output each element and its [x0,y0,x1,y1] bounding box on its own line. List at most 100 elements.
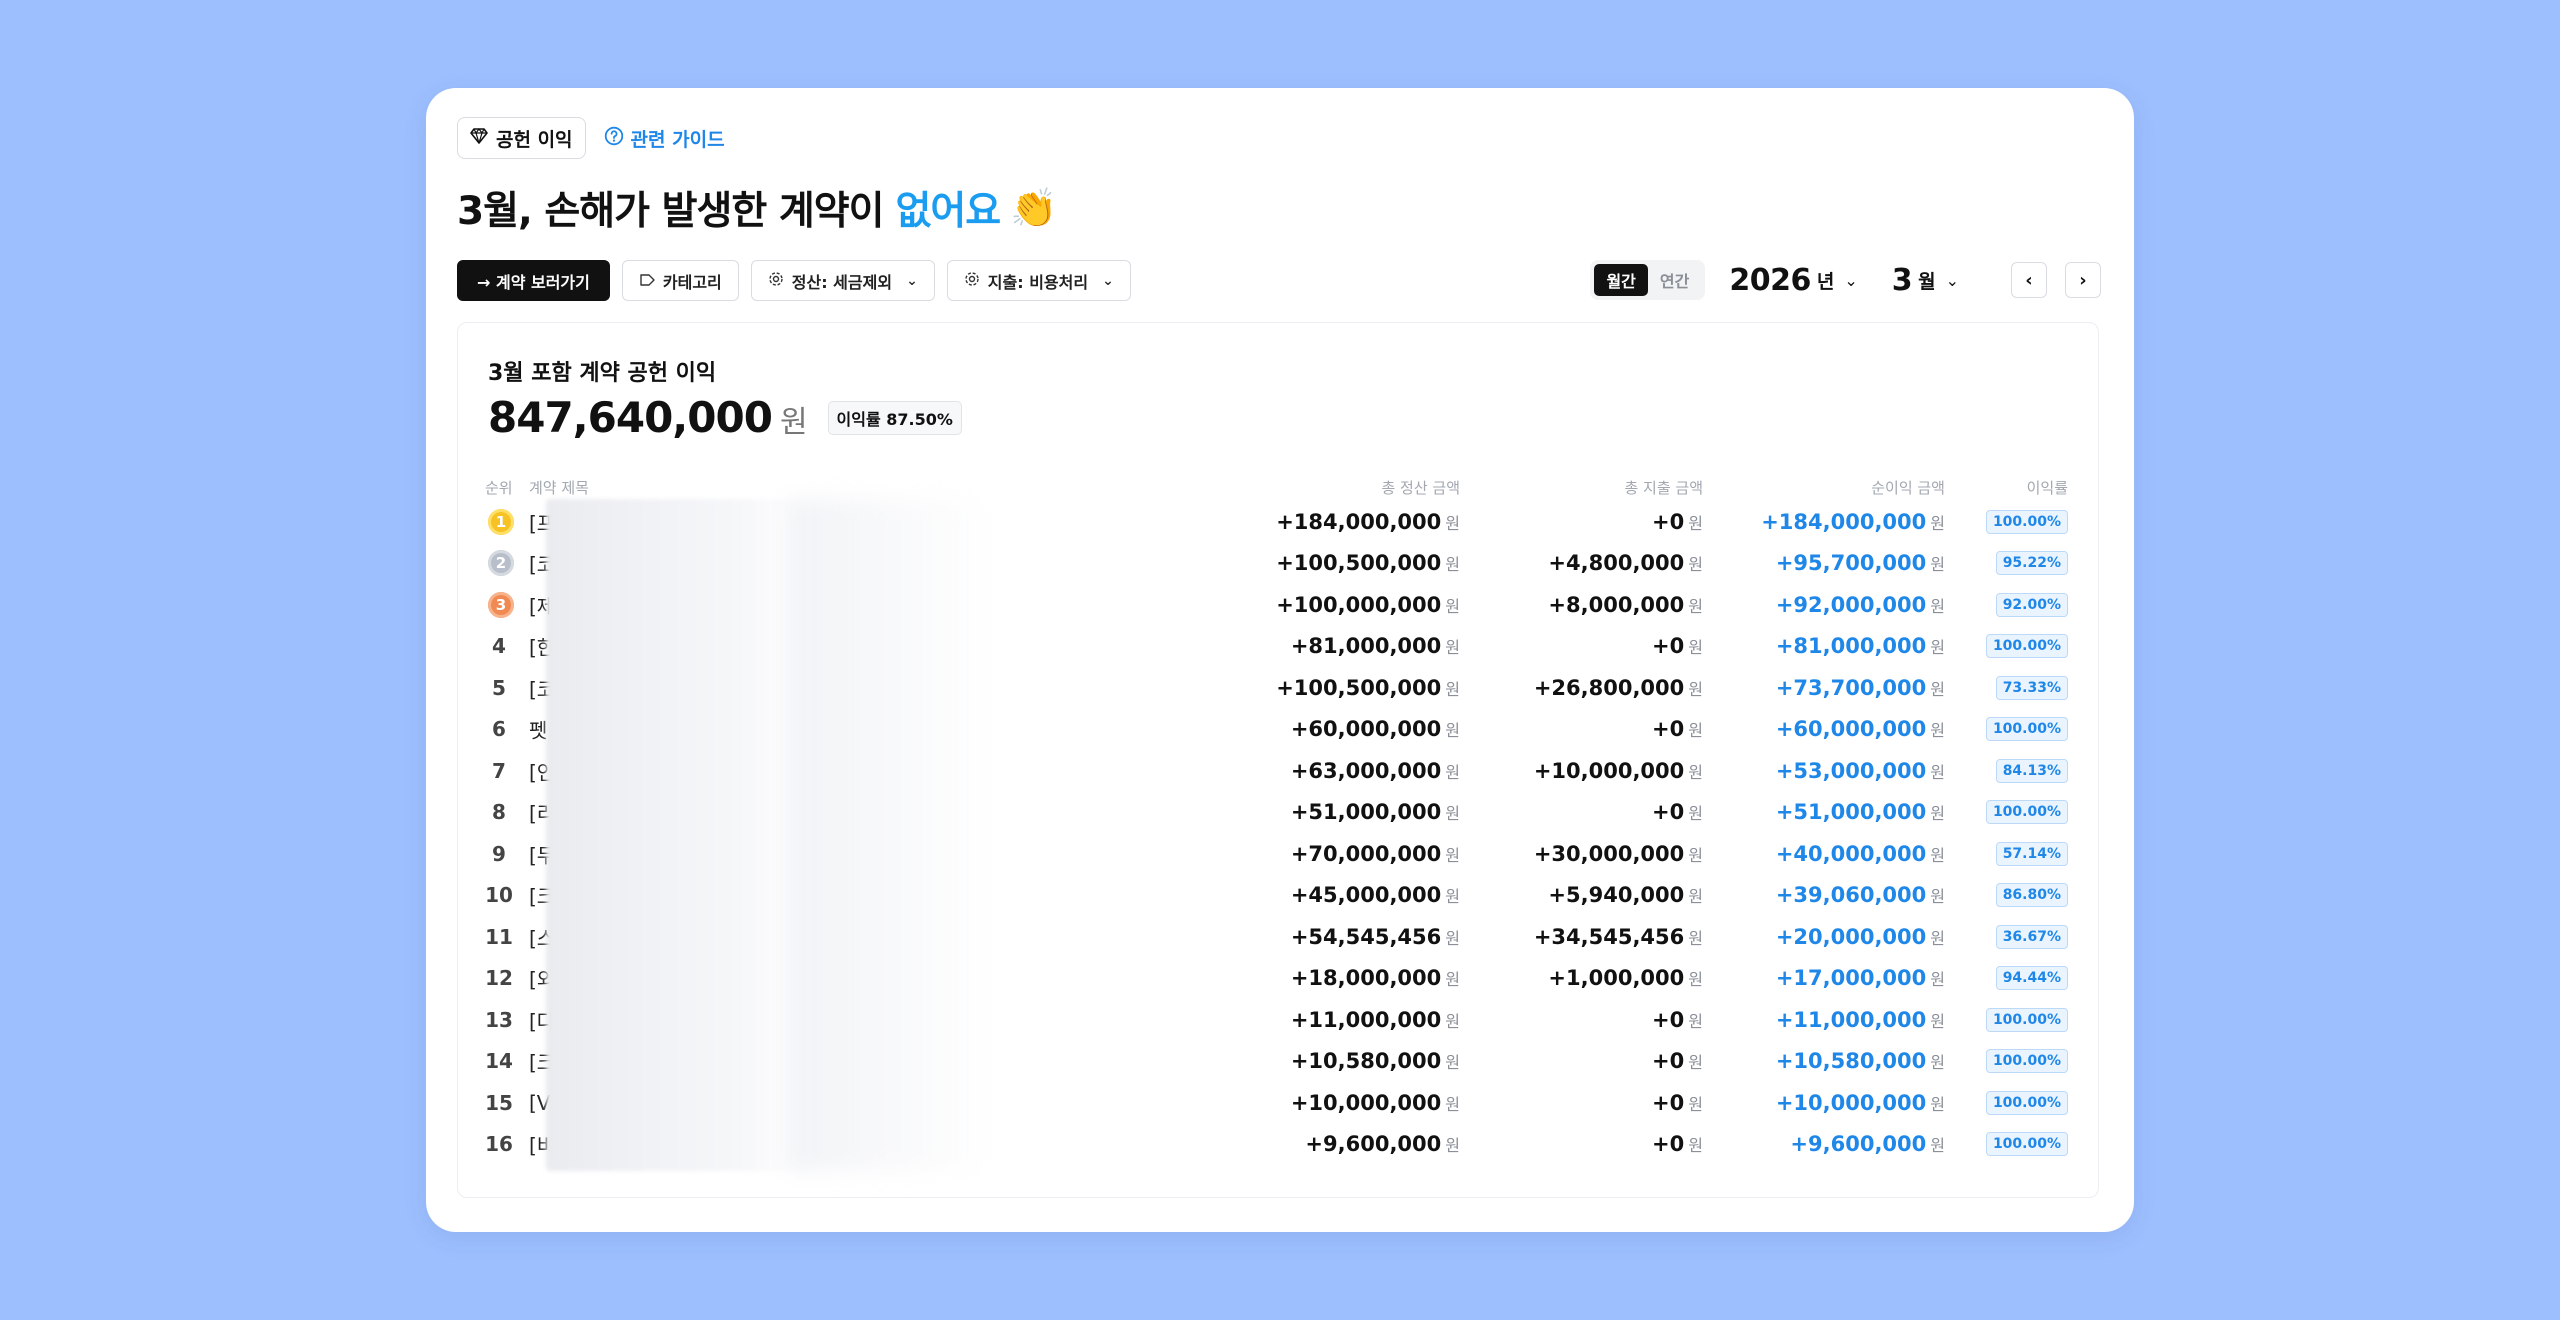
next-month-button[interactable]: › [2065,262,2101,298]
currency-unit: 원 [1688,845,1703,865]
chevron-down-icon: ⌄ [906,272,918,289]
settlement-value: +45,000,000 [1290,883,1442,908]
settlement-filter-dropdown[interactable]: 정산: 세금제외 ⌄ [750,260,935,301]
currency-unit: 원 [1688,970,1703,990]
currency-unit: 원 [1688,1094,1703,1114]
rank-medal-icon: 1 [488,508,514,535]
chevron-down-icon: ⌄ [1844,270,1858,290]
currency-unit: 원 [1445,1136,1460,1156]
currency-unit: 원 [1688,721,1703,741]
currency-unit: 원 [1930,721,1945,741]
category-button[interactable]: 카테고리 [621,260,739,301]
net-value: +39,060,000 [1775,883,1927,908]
yearly-tab[interactable]: 연간 [1648,264,1701,296]
expense-value: +0 [1652,509,1685,534]
expense-amount: +1,000,000 원 [1548,966,1703,990]
redacted-titles [546,499,806,1171]
currency-unit: 원 [1930,1011,1945,1031]
margin-badge: 95.22% [1995,551,2068,576]
net-value: +73,700,000 [1775,675,1927,700]
expense-value: +0 [1652,634,1685,659]
expense-filter-dropdown[interactable]: 지출: 비용처리 ⌄ [946,260,1131,301]
currency-unit: 원 [1688,1136,1703,1156]
expense-amount: +0 원 [1652,1091,1703,1115]
expense-amount: +0 원 [1652,510,1703,534]
contribution-profit-card: 공헌 이익 관련 가이드 3월, 손해가 발생한 계약이 없어요 👏 → 계약 … [426,88,2134,1232]
total-profit: 847,640,000 [488,393,773,442]
net-value: +11,000,000 [1775,1007,1927,1032]
net-profit-amount: +11,000,000 원 [1776,1008,1945,1032]
gem-icon [470,127,488,149]
rank-number: 15 [485,1090,513,1115]
net-profit-amount: +9,600,000 원 [1790,1132,1945,1156]
currency-unit: 원 [1930,1094,1945,1114]
contract-title[interactable]: 펫 [529,715,547,744]
settlement-amount: +70,000,000 원 [1291,842,1460,866]
currency-unit: 원 [1688,638,1703,658]
expense-value: +30,000,000 [1533,841,1685,866]
currency-unit: 원 [1445,887,1460,907]
net-value: +53,000,000 [1775,758,1927,783]
headline-prefix: 3월, 손해가 발생한 계약이 [457,189,884,234]
period-controls: 월간 연간 2026 년 ⌄ 3 월 ⌄ ‹ › [1590,260,2101,300]
expense-value: +34,545,456 [1533,924,1685,949]
currency-unit: 원 [1930,513,1945,533]
monthly-tab[interactable]: 월간 [1594,264,1648,296]
expense-value: +0 [1652,1007,1685,1032]
margin-badge: 100.00% [1985,1090,2068,1115]
settlement-amount: +10,580,000 원 [1291,1049,1460,1073]
expense-value: +10,000,000 [1533,758,1685,783]
chevron-left-icon: ‹ [2025,269,2033,291]
currency-unit: 원 [1930,845,1945,865]
summary-title: 3월 포함 계약 공헌 이익 [488,361,717,386]
header-settlement: 총 정산 금액 [1381,479,1460,497]
page-headline: 3월, 손해가 발생한 계약이 없어요 👏 [457,180,1057,236]
previous-month-button[interactable]: ‹ [2011,262,2047,298]
net-value: +184,000,000 [1761,509,1927,534]
settlement-amount: +184,000,000 원 [1276,510,1460,534]
expense-value: +8,000,000 [1548,592,1685,617]
view-contracts-button[interactable]: → 계약 보러가기 [457,260,610,301]
currency-unit: 원 [1930,555,1945,575]
profit-table-panel: 3월 포함 계약 공헌 이익 847,640,000 원 이익률 87.50% … [457,322,2099,1198]
settlement-amount: +60,000,000 원 [1291,717,1460,741]
gear-icon [768,271,784,291]
settlement-amount: +100,500,000 원 [1276,551,1460,575]
related-guide-link[interactable]: 관련 가이드 [604,125,725,152]
currency-unit: 원 [1688,555,1703,575]
net-profit-amount: +10,580,000 원 [1776,1049,1945,1073]
rank-number: 13 [485,1007,513,1032]
currency-unit: 원 [1688,804,1703,824]
margin-badge: 100.00% [1985,634,2068,659]
currency-unit: 원 [1930,887,1945,907]
net-profit-amount: +40,000,000 원 [1776,842,1945,866]
header-net: 순이익 금액 [1871,479,1945,497]
currency-unit: 원 [1688,596,1703,616]
table-header: 순위 계약 제목 총 정산 금액 총 지출 금액 순이익 금액 이익률 [458,477,2098,501]
net-value: +10,000,000 [1775,1090,1927,1115]
expense-value: +0 [1652,800,1685,825]
settlement-value: +9,600,000 [1305,1132,1442,1157]
net-value: +40,000,000 [1775,841,1927,866]
settlement-value: +70,000,000 [1290,841,1442,866]
net-profit-amount: +92,000,000 원 [1776,593,1945,617]
settlement-value: +63,000,000 [1290,758,1442,783]
settlement-value: +184,000,000 [1276,509,1442,534]
net-profit-amount: +95,700,000 원 [1776,551,1945,575]
rank-number: 4 [492,634,506,659]
period-toggle: 월간 연간 [1590,260,1706,300]
currency-unit: 원 [1445,1053,1460,1073]
contribution-profit-badge[interactable]: 공헌 이익 [457,117,586,159]
month-value: 3 [1891,262,1913,298]
help-circle-icon [604,126,624,151]
margin-badge: 84.13% [1995,758,2068,783]
year-dropdown[interactable]: 2026 년 ⌄ [1729,263,1857,298]
expense-amount: +4,800,000 원 [1548,551,1703,575]
currency-unit: 원 [1688,928,1703,948]
badge-label: 공헌 이익 [496,128,573,151]
month-dropdown[interactable]: 3 월 ⌄ [1892,263,1959,298]
guide-label: 관련 가이드 [630,128,725,151]
expense-amount: +0 원 [1652,717,1703,741]
net-profit-amount: +39,060,000 원 [1776,883,1945,907]
currency-unit: 원 [1930,970,1945,990]
